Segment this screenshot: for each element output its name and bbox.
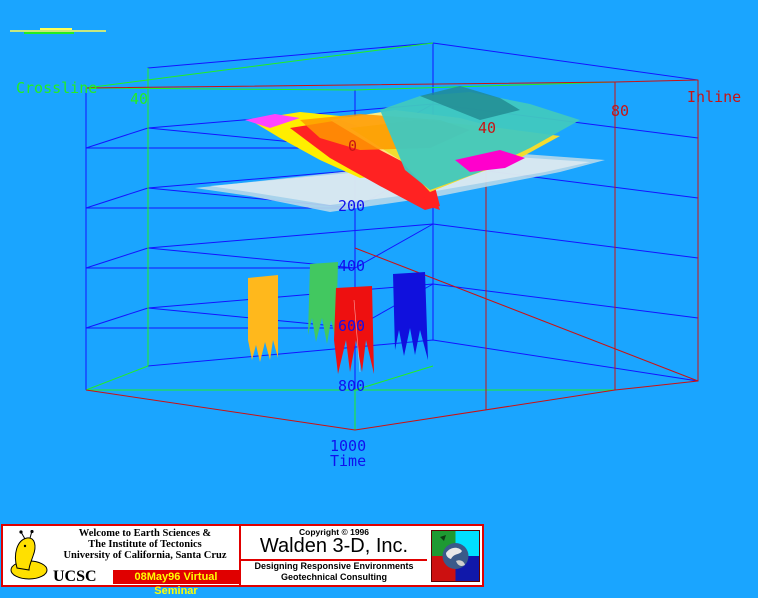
crossline-face-frame [85, 42, 616, 430]
crossline-tick-label: 40 [130, 90, 148, 108]
seismic-scene: Crossline Inline Time 0 40 80 40 200 400… [10, 28, 741, 470]
walden-panel: Copyright © 1996 Walden 3-D, Inc. Design… [241, 526, 482, 585]
walden-globe-logo-icon [431, 530, 480, 582]
banana-slug-mascot-icon [10, 530, 48, 580]
welcome-line: The Institute of Tectonics [88, 539, 202, 550]
inline-axis-label: Inline [687, 88, 741, 106]
time-tick-label: 1000 [330, 437, 366, 455]
time-tick-label: 400 [338, 257, 365, 275]
seminar-banner: Welcome to Earth Sciences & The Institut… [1, 524, 484, 597]
welcome-text: Welcome to Earth Sciences & The Institut… [51, 528, 239, 561]
ucsc-label: UCSC [53, 568, 97, 585]
ucsc-panel: Welcome to Earth Sciences & The Institut… [3, 526, 241, 597]
company-name: Walden 3-D, Inc. [259, 535, 409, 557]
crossline-axis-label: Crossline [16, 79, 97, 97]
time-tick-label: 600 [338, 317, 365, 335]
inline-tick-label: 80 [611, 102, 629, 120]
welcome-line: University of California, Santa Cruz [63, 550, 227, 561]
3d-seismic-viewport[interactable]: Crossline Inline Time 0 40 80 40 200 400… [0, 0, 758, 522]
welcome-line: Welcome to Earth Sciences & [78, 528, 212, 539]
tagline-line: Designing Responsive Environments [254, 561, 414, 571]
company-tagline: Designing Responsive Environments Geotec… [241, 559, 427, 585]
time-tick-label: 200 [338, 197, 365, 215]
inline-tick-label: 0 [348, 137, 357, 155]
orientation-marker [10, 28, 106, 34]
seminar-date-label: 08May96 Virtual Seminar [113, 570, 239, 597]
tagline-line: Geotechnical Consulting [280, 572, 387, 582]
inline-tick-label: 40 [478, 119, 496, 137]
time-tick-label: 800 [338, 377, 365, 395]
